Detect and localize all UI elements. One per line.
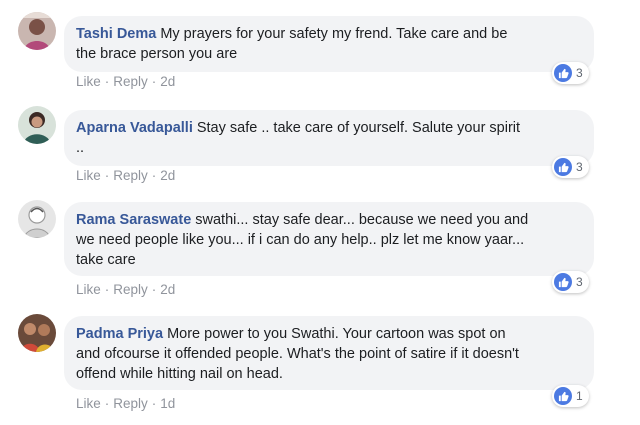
comment-text: the brace person you are — [76, 46, 238, 62]
comment-author[interactable]: Rama Saraswate — [76, 212, 191, 228]
avatar[interactable] — [18, 12, 56, 50]
timestamp[interactable]: 1d — [160, 396, 175, 411]
separator: · — [151, 396, 157, 411]
thumbs-up-icon — [554, 387, 572, 405]
separator: · — [104, 282, 110, 297]
avatar[interactable] — [18, 200, 56, 238]
comment-text: we need people like you... if i can do a… — [76, 232, 525, 248]
thumbs-up-icon — [554, 64, 572, 82]
avatar[interactable] — [18, 314, 56, 352]
comment-actions: Like · Reply · 1d — [76, 396, 175, 411]
comment-text: More power to you Swathi. Your cartoon w… — [167, 326, 506, 342]
reaction-count: 3 — [576, 160, 583, 174]
comment-text: take care — [76, 252, 136, 268]
separator: · — [104, 168, 110, 183]
comment-bubble: Tashi Dema My prayers for your safety my … — [64, 16, 594, 72]
separator: · — [151, 282, 157, 297]
comment-text: Stay safe .. take care of yourself. Salu… — [196, 120, 521, 136]
reaction-badge[interactable]: 3 — [552, 62, 589, 84]
reply-link[interactable]: Reply — [113, 74, 148, 89]
like-link[interactable]: Like — [76, 396, 101, 411]
like-link[interactable]: Like — [76, 74, 101, 89]
timestamp[interactable]: 2d — [160, 282, 175, 297]
reaction-count: 3 — [576, 66, 583, 80]
thumbs-up-icon — [554, 158, 572, 176]
reply-link[interactable]: Reply — [113, 282, 148, 297]
reply-link[interactable]: Reply — [113, 396, 148, 411]
reaction-count: 3 — [576, 275, 583, 289]
reaction-badge[interactable]: 1 — [552, 385, 589, 407]
comment-actions: Like · Reply · 2d — [76, 74, 175, 89]
reaction-badge[interactable]: 3 — [552, 156, 589, 178]
reaction-badge[interactable]: 3 — [552, 271, 589, 293]
separator: · — [104, 74, 110, 89]
comment-author[interactable]: Padma Priya — [76, 326, 163, 342]
comment-actions: Like · Reply · 2d — [76, 168, 175, 183]
reaction-count: 1 — [576, 389, 583, 403]
comment-text: My prayers for your safety my frend. Tak… — [160, 26, 508, 42]
like-link[interactable]: Like — [76, 282, 101, 297]
reply-link[interactable]: Reply — [113, 168, 148, 183]
avatar[interactable] — [18, 106, 56, 144]
comment-text: swathi... stay safe dear... because we n… — [195, 212, 529, 228]
separator: · — [151, 74, 157, 89]
comment-text: offend while hitting nail on head. — [76, 366, 283, 382]
separator: · — [104, 396, 110, 411]
separator: · — [151, 168, 157, 183]
like-link[interactable]: Like — [76, 168, 101, 183]
timestamp[interactable]: 2d — [160, 168, 175, 183]
timestamp[interactable]: 2d — [160, 74, 175, 89]
thumbs-up-icon — [554, 273, 572, 291]
comment-bubble: Padma Priya More power to you Swathi. You… — [64, 316, 594, 390]
comment-text: and ofcourse it offended people. What's … — [76, 346, 519, 362]
comment-author[interactable]: Tashi Dema — [76, 26, 156, 42]
comment-bubble: Aparna Vadapalli Stay safe .. take care o… — [64, 110, 594, 166]
comment-actions: Like · Reply · 2d — [76, 282, 175, 297]
comment-text: .. — [76, 140, 85, 156]
comment-author[interactable]: Aparna Vadapalli — [76, 120, 193, 136]
comment-bubble: Rama Saraswate swathi... stay safe dear..… — [64, 202, 594, 276]
